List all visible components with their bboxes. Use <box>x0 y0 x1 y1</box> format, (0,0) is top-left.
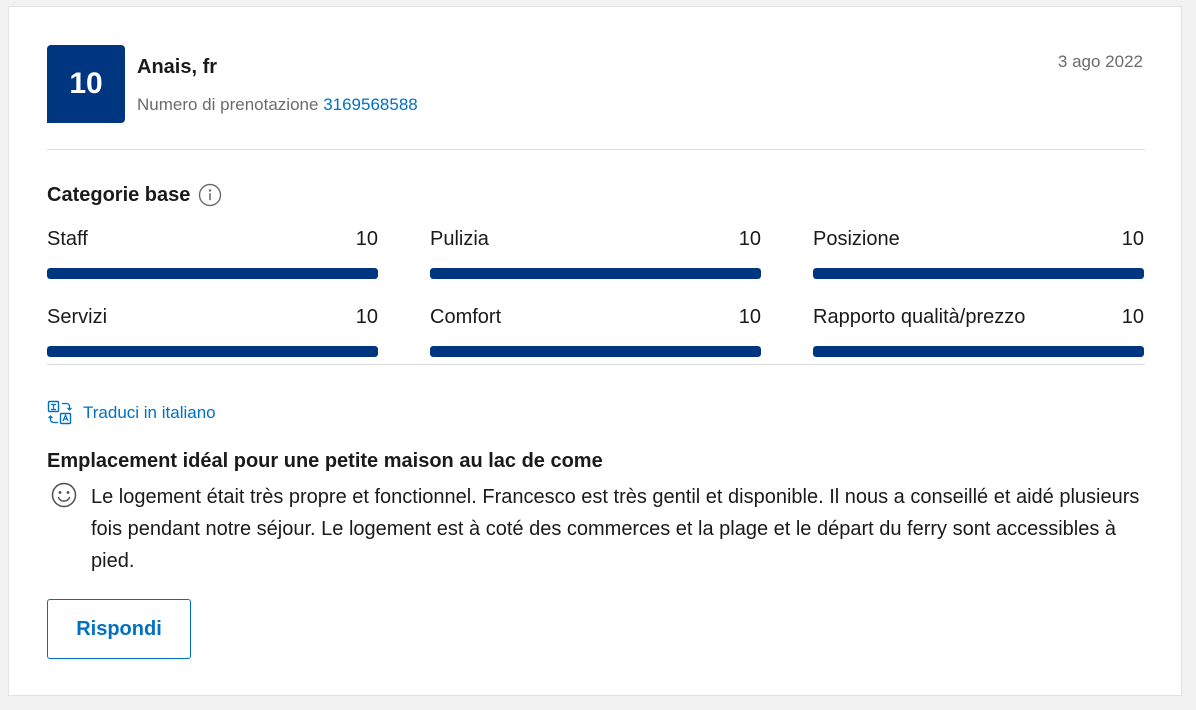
category-score: 10 <box>355 306 378 328</box>
category-bar <box>813 346 1144 357</box>
category-bar-fill <box>813 268 1144 279</box>
category-bar-fill <box>813 346 1144 357</box>
category-label: Pulizia <box>430 228 489 250</box>
category-score: 10 <box>1121 228 1144 250</box>
category-rapporto-qualita-prezzo: Rapporto qualità/prezzo 10 <box>813 304 1144 357</box>
reviewer-name: Anais, fr <box>137 56 218 78</box>
category-bar-fill <box>47 346 378 357</box>
smile-icon <box>51 482 77 508</box>
score-value: 10 <box>69 67 103 100</box>
category-label: Comfort <box>430 306 502 328</box>
category-score: 10 <box>355 228 378 250</box>
review-date: 3 ago 2022 <box>1057 52 1143 71</box>
divider <box>47 364 1145 365</box>
category-comfort: Comfort 10 <box>430 304 761 357</box>
reply-button[interactable]: Rispondi <box>47 599 191 659</box>
category-label: Posizione <box>813 228 900 250</box>
translate-icon <box>47 400 72 425</box>
score-badge: 10 <box>47 45 125 123</box>
info-icon[interactable] <box>198 183 222 207</box>
translate-link[interactable]: Traduci in italiano <box>47 400 216 426</box>
category-staff: Staff 10 <box>47 226 378 279</box>
category-label: Rapporto qualità/prezzo <box>813 306 1026 328</box>
category-pulizia: Pulizia 10 <box>430 226 761 279</box>
review-card: 10 Anais, fr Numero di prenotazione 3169… <box>8 6 1182 696</box>
category-bar <box>47 346 378 357</box>
divider <box>47 149 1145 150</box>
categories-heading-label: Categorie base <box>47 183 191 206</box>
category-posizione: Posizione 10 <box>813 226 1144 279</box>
review-body: Le logement était très propre et fonctio… <box>91 486 1140 572</box>
category-bar-fill <box>47 268 378 279</box>
category-bar-fill <box>430 346 761 357</box>
category-score: 10 <box>1121 306 1144 328</box>
review-title: Emplacement idéal pour une petite maison… <box>47 450 603 472</box>
booking-label: Numero di prenotazione <box>137 95 319 114</box>
category-bar <box>47 268 378 279</box>
booking-info: Numero di prenotazione 3169568588 <box>137 95 418 115</box>
category-bar-fill <box>430 268 761 279</box>
category-score: 10 <box>738 228 761 250</box>
category-bar <box>430 268 761 279</box>
category-bar <box>430 346 761 357</box>
categories-heading: Categorie base <box>47 183 222 207</box>
booking-number-link[interactable]: 3169568588 <box>323 95 418 114</box>
category-servizi: Servizi 10 <box>47 304 378 357</box>
category-score: 10 <box>738 306 761 328</box>
translate-label: Traduci in italiano <box>83 403 216 422</box>
category-label: Servizi <box>47 306 108 328</box>
category-bar <box>813 268 1144 279</box>
category-label: Staff <box>47 228 88 250</box>
